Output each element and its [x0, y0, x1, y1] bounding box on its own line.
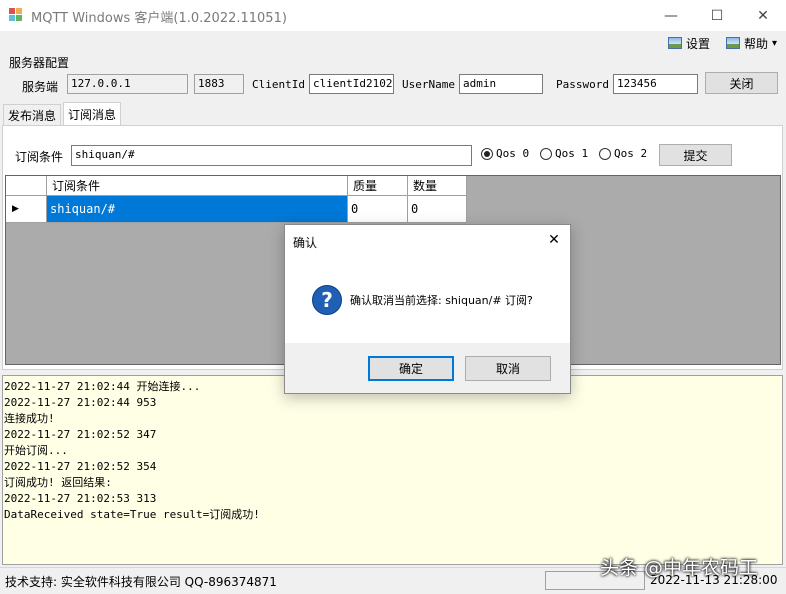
host-field[interactable]: 127.0.0.1 — [67, 74, 188, 94]
log-line: 2022-11-27 21:02:52 347 — [4, 428, 157, 441]
menu-help-label: 帮助 — [744, 36, 769, 51]
log-line: 开始订阅... — [4, 444, 68, 457]
qos-1-radio[interactable]: Qos 1 — [540, 147, 588, 160]
qos-0-radio[interactable]: Qos 0 — [481, 147, 529, 160]
menu-help[interactable]: 帮助 ▾ — [726, 34, 777, 52]
qos-0-label: Qos 0 — [496, 147, 530, 160]
close-icon: ✕ — [757, 7, 769, 24]
log-line: 订阅成功! 返回结果: — [4, 476, 112, 489]
maximize-button[interactable]: ☐ — [694, 0, 740, 31]
window-title: MQTT Windows 客户端(1.0.2022.11051) — [31, 11, 287, 26]
ok-button[interactable]: 确定 — [368, 356, 454, 381]
username-field[interactable]: admin — [459, 74, 543, 94]
confirm-dialog: 确认 ✕ ? 确认取消当前选择: shiquan/# 订阅? 确定 取消 — [284, 224, 571, 394]
picture-icon — [726, 37, 740, 49]
radio-icon — [540, 147, 552, 160]
qos-2-radio[interactable]: Qos 2 — [599, 147, 647, 160]
dialog-close-button[interactable]: ✕ — [542, 228, 566, 252]
app-icon — [9, 8, 23, 22]
tab-subscribe[interactable]: 订阅消息 — [63, 102, 122, 126]
picture-icon — [668, 37, 682, 49]
log-line: DataReceived state=True result=订阅成功! — [4, 508, 260, 521]
host-label: 服务端 — [22, 80, 59, 94]
menu-settings[interactable]: 设置 — [668, 34, 710, 52]
dialog-message: 确认取消当前选择: shiquan/# 订阅? — [350, 294, 533, 307]
condition-label: 订阅条件 — [15, 150, 64, 164]
row-indicator-icon[interactable]: ▶ — [6, 196, 47, 223]
log-line: 2022-11-27 21:02:53 313 — [4, 492, 157, 505]
close-icon: ✕ — [548, 232, 560, 248]
chevron-down-icon: ▾ — [772, 37, 778, 49]
radio-icon — [599, 147, 611, 160]
client-id-label: ClientId — [252, 78, 305, 91]
grid-cell-qos[interactable]: 0 — [348, 196, 408, 223]
minimize-button[interactable]: — — [648, 0, 694, 31]
title-bar: MQTT Windows 客户端(1.0.2022.11051) — ☐ ✕ — [0, 0, 786, 31]
close-window-button[interactable]: ✕ — [740, 0, 786, 31]
server-group-label: 服务器配置 — [9, 56, 70, 70]
password-field[interactable]: 123456 — [613, 74, 698, 94]
qos-2-label: Qos 2 — [614, 147, 648, 160]
port-field[interactable]: 1883 — [194, 74, 244, 94]
column-header-qos[interactable]: 质量 — [348, 176, 408, 196]
close-connection-button[interactable]: 关闭 — [705, 72, 778, 94]
support-text: 技术支持: 实全软件科技有限公司 QQ-896374871 — [5, 575, 277, 589]
submit-button[interactable]: 提交 — [659, 144, 732, 166]
column-header-count[interactable]: 数量 — [408, 176, 467, 196]
column-header-topic[interactable]: 订阅条件 — [47, 176, 348, 196]
qos-1-label: Qos 1 — [555, 147, 589, 160]
dialog-footer: 确定 取消 — [285, 343, 570, 393]
tab-publish[interactable]: 发布消息 — [3, 104, 62, 125]
password-label: Password — [556, 78, 609, 91]
condition-input[interactable]: shiquan/# — [71, 145, 472, 166]
menu-settings-label: 设置 — [686, 36, 711, 51]
radio-selected-icon — [481, 147, 493, 160]
log-line: 2022-11-27 21:02:44 953 — [4, 396, 157, 409]
log-output[interactable]: 2022-11-27 21:02:44 开始连接... 2022-11-27 2… — [2, 375, 783, 565]
cancel-button[interactable]: 取消 — [465, 356, 551, 381]
grid-corner-header — [6, 176, 47, 196]
minimize-icon: — — [664, 7, 678, 24]
client-id-field[interactable]: clientId21024 — [309, 74, 394, 94]
dialog-title: 确认 — [293, 236, 318, 250]
maximize-icon: ☐ — [710, 7, 724, 24]
log-line: 2022-11-27 21:02:52 354 — [4, 460, 157, 473]
grid-cell-topic[interactable]: shiquan/# — [47, 196, 348, 223]
watermark: 头条 @中年农码工 — [600, 557, 759, 579]
username-label: UserName — [402, 78, 455, 91]
question-icon: ? — [312, 285, 342, 315]
grid-cell-count[interactable]: 0 — [408, 196, 467, 223]
log-line: 连接成功! — [4, 412, 55, 425]
